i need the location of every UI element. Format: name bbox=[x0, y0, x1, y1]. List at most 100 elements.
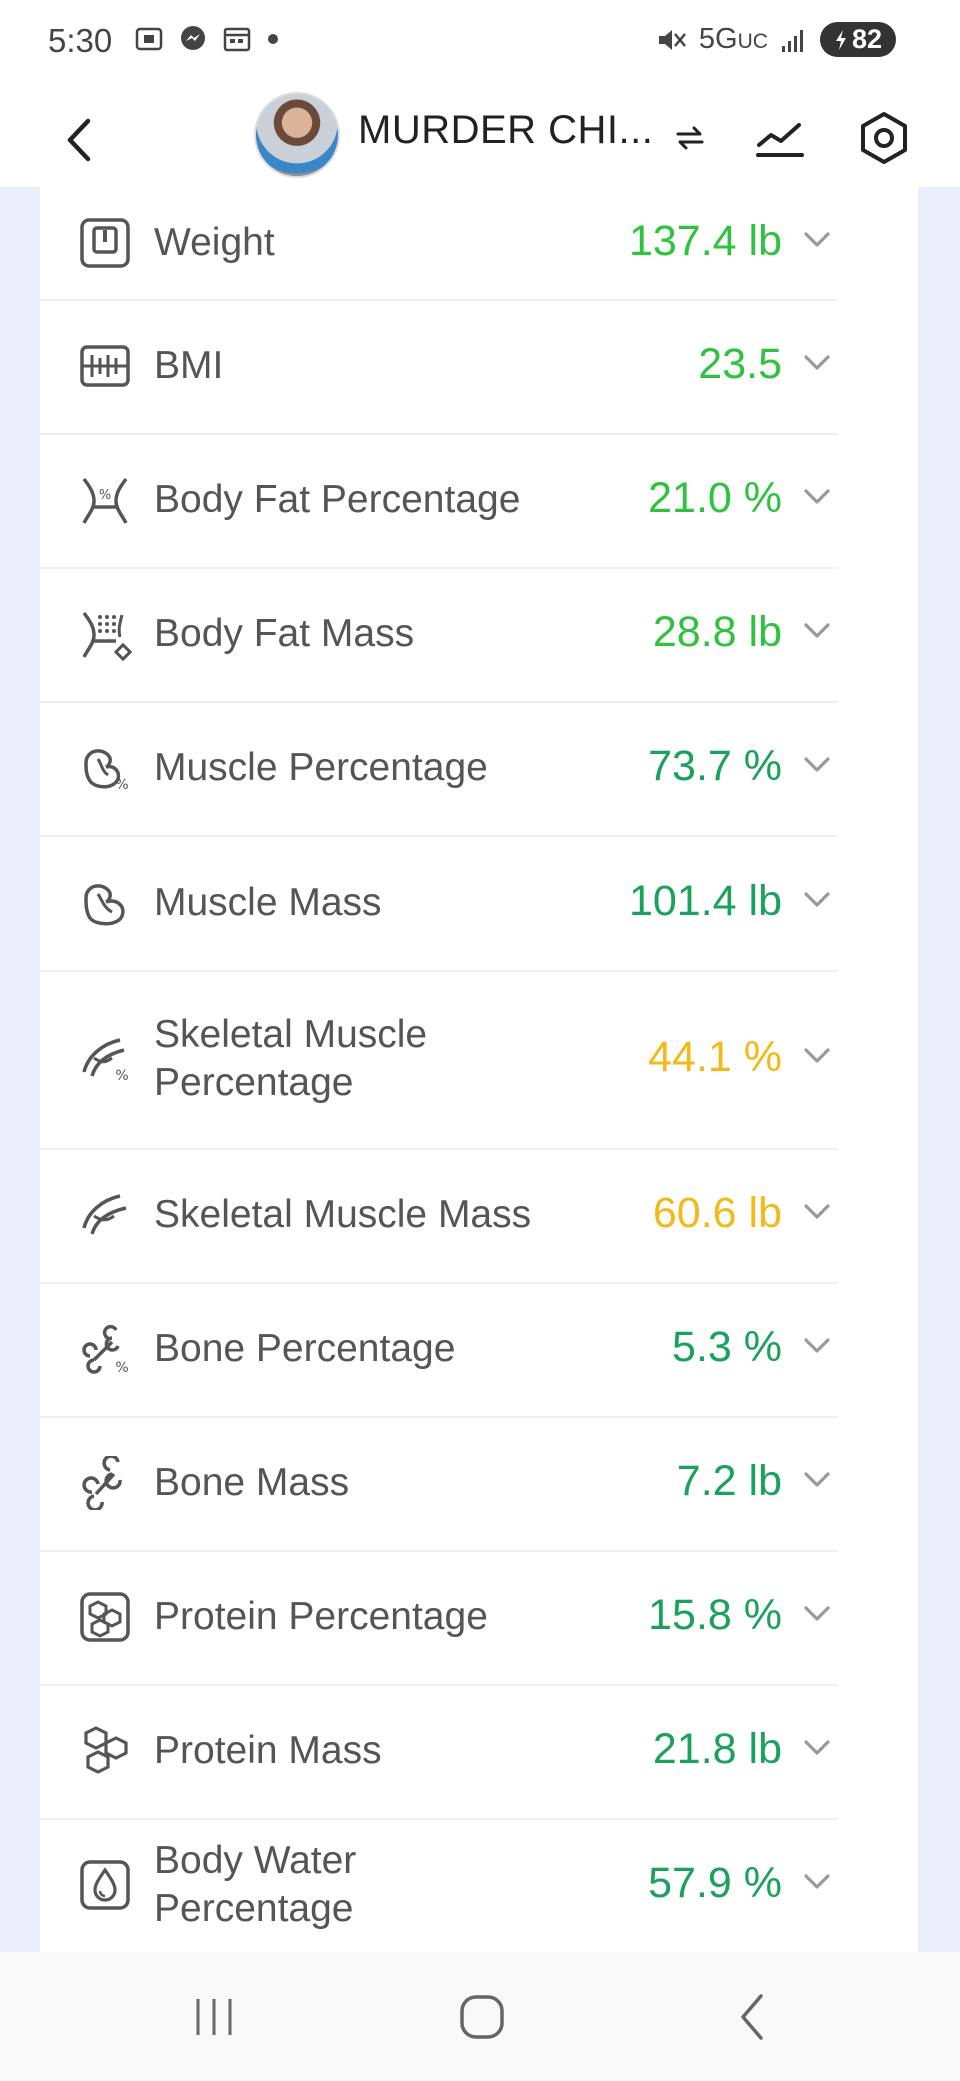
metric-value: 101.4 lb bbox=[628, 876, 782, 925]
metric-label: Body Water Percentage bbox=[154, 1839, 357, 1930]
trend-chart-icon bbox=[756, 123, 804, 157]
system-navigation-bar bbox=[0, 1952, 960, 2081]
metric-row[interactable]: Protein Percentage 15.8 % bbox=[40, 1550, 838, 1686]
metric-label: Muscle Mass bbox=[154, 880, 382, 924]
chevron-down-icon[interactable] bbox=[800, 1463, 834, 1497]
bone-percent-icon: % bbox=[78, 1322, 132, 1376]
signal-icon bbox=[781, 29, 803, 52]
skeletal-muscle-mass-icon bbox=[78, 1188, 132, 1242]
metric-label: Body Fat Percentage bbox=[154, 478, 521, 521]
body-fat-percent-icon: % bbox=[78, 473, 132, 527]
protein-percent-icon bbox=[78, 1590, 132, 1644]
muscle-mass-icon bbox=[78, 876, 132, 930]
status-time: 5:30 bbox=[48, 22, 113, 59]
metric-label: Bone Percentage bbox=[154, 1327, 456, 1370]
chevron-left-icon bbox=[741, 1994, 763, 2040]
chevron-down-icon[interactable] bbox=[800, 1865, 834, 1899]
network-suffix: UC bbox=[737, 30, 768, 53]
chevron-down-icon[interactable] bbox=[800, 480, 834, 514]
back-button[interactable] bbox=[54, 110, 104, 170]
skeletal-muscle-percent-icon: % bbox=[78, 1032, 132, 1086]
switch-user-button[interactable] bbox=[670, 110, 710, 166]
metric-row[interactable]: Skeletal Muscle Mass 60.6 lb bbox=[40, 1148, 838, 1284]
page-title[interactable]: MURDER CHI... bbox=[358, 108, 653, 153]
metric-row[interactable]: % Muscle Percentage 73.7 % bbox=[40, 701, 838, 837]
metric-row[interactable]: Muscle Mass 101.4 lb bbox=[40, 835, 838, 972]
metric-row[interactable]: Body Water Percentage 57.9 % bbox=[40, 1818, 838, 1952]
settings-button[interactable] bbox=[856, 110, 912, 166]
protein-mass-icon bbox=[78, 1724, 132, 1778]
recent-apps-button[interactable] bbox=[174, 1982, 254, 2052]
battery-level: 82 bbox=[851, 24, 882, 54]
metric-value: 23.5 bbox=[698, 340, 782, 388]
muscle-percent-icon: % bbox=[78, 741, 132, 795]
metric-row[interactable]: % Bone Percentage 5.3 % bbox=[40, 1282, 838, 1418]
bone-icon bbox=[78, 1456, 132, 1510]
chevron-left-icon bbox=[67, 118, 91, 162]
chevron-down-icon[interactable] bbox=[800, 223, 834, 257]
user-avatar[interactable] bbox=[254, 92, 340, 178]
mute-icon bbox=[658, 29, 686, 50]
metric-value: 21.0 % bbox=[648, 474, 782, 522]
metric-label: Skeletal Muscle Mass bbox=[154, 1193, 532, 1236]
home-icon bbox=[460, 1995, 504, 2039]
calendar-icon bbox=[223, 27, 251, 52]
metric-label: Protein Mass bbox=[154, 1729, 382, 1772]
app-header: MURDER CHI... bbox=[0, 90, 960, 187]
system-back-button[interactable] bbox=[712, 1982, 792, 2052]
svg-text:%: % bbox=[115, 777, 128, 793]
metric-row[interactable]: Bone Mass 7.2 lb bbox=[40, 1416, 838, 1552]
messenger-icon bbox=[181, 26, 205, 50]
screenshot-icon bbox=[135, 27, 163, 51]
svg-text:%: % bbox=[115, 1360, 128, 1376]
metric-value: 28.8 lb bbox=[652, 608, 782, 656]
metric-label: Weight bbox=[154, 221, 275, 264]
status-notification-icons bbox=[134, 24, 280, 54]
chevron-down-icon[interactable] bbox=[800, 1039, 834, 1073]
chevron-down-icon[interactable] bbox=[800, 1731, 834, 1765]
metric-row[interactable]: Protein Mass 21.8 lb bbox=[40, 1684, 838, 1820]
metric-row[interactable]: Body Fat Mass 28.8 lb bbox=[40, 567, 838, 703]
metric-label: Bone Mass bbox=[154, 1461, 350, 1504]
battery-indicator: 82 bbox=[819, 22, 896, 57]
trend-chart-button[interactable] bbox=[752, 110, 808, 166]
status-system-icons: 5GUC 82 bbox=[655, 22, 896, 57]
chevron-down-icon[interactable] bbox=[800, 1597, 834, 1631]
metric-value: 73.7 % bbox=[648, 742, 782, 790]
status-bar: 5:30 5GUC 82 bbox=[0, 0, 960, 90]
metric-value: 57.9 % bbox=[648, 1859, 782, 1907]
chevron-down-icon[interactable] bbox=[800, 883, 834, 917]
metric-row[interactable]: BMI 23.5 bbox=[40, 299, 838, 435]
metric-row[interactable]: % Skeletal Muscle Percentage 44.1 % bbox=[40, 970, 838, 1150]
metric-value: 137.4 lb bbox=[628, 217, 782, 265]
chevron-down-icon[interactable] bbox=[800, 614, 834, 648]
metric-row[interactable]: % Body Fat Percentage 21.0 % bbox=[40, 433, 838, 569]
swap-icon bbox=[676, 126, 704, 150]
metric-value: 60.6 lb bbox=[652, 1189, 782, 1237]
chevron-down-icon[interactable] bbox=[800, 1195, 834, 1229]
notification-dot-icon bbox=[268, 34, 278, 44]
metric-value: 7.2 lb bbox=[676, 1457, 782, 1505]
network-type: 5GUC bbox=[698, 23, 768, 55]
scale-icon bbox=[78, 216, 132, 270]
recent-apps-icon bbox=[196, 1999, 232, 2035]
metric-label: BMI bbox=[154, 344, 224, 387]
metric-row[interactable]: Weight 137.4 lb bbox=[40, 187, 838, 301]
charging-icon bbox=[835, 29, 846, 50]
metric-value: 5.3 % bbox=[672, 1323, 782, 1371]
metric-value: 21.8 lb bbox=[652, 1725, 782, 1773]
metric-label: Muscle Percentage bbox=[154, 746, 488, 789]
water-drop-icon bbox=[78, 1858, 132, 1912]
svg-text:%: % bbox=[99, 488, 111, 503]
chevron-down-icon[interactable] bbox=[800, 346, 834, 380]
metric-label: Skeletal Muscle Percentage bbox=[154, 1013, 428, 1104]
metric-label: Body Fat Mass bbox=[154, 612, 415, 655]
metric-value: 15.8 % bbox=[648, 1591, 782, 1639]
metric-value: 44.1 % bbox=[648, 1033, 782, 1081]
ruler-icon bbox=[78, 339, 132, 393]
home-button[interactable] bbox=[442, 1982, 522, 2052]
body-fat-mass-icon bbox=[78, 607, 132, 661]
chevron-down-icon[interactable] bbox=[800, 1329, 834, 1363]
chevron-down-icon[interactable] bbox=[800, 748, 834, 782]
metric-label: Protein Percentage bbox=[154, 1595, 488, 1638]
